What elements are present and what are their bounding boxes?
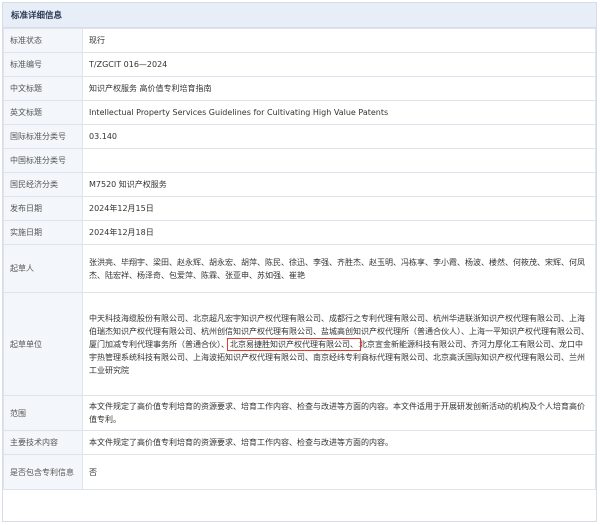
- row-economic-class: 国民经济分类 M7520 知识产权服务: [3, 172, 596, 197]
- label-drafters: 起草人: [3, 244, 83, 293]
- row-main-content: 主要技术内容 本文件规定了高价值专利培育的资源要求、培育工作内容、检查与改进等方…: [3, 430, 596, 455]
- row-scope: 范围 本文件规定了高价值专利培育的资源要求、培育工作内容、检查与改进等方面的内容…: [3, 395, 596, 431]
- label-implement-date: 实施日期: [3, 220, 83, 245]
- value-ics: 03.140: [82, 124, 596, 149]
- value-scope: 本文件规定了高价值专利培育的资源要求、培育工作内容、检查与改进等方面的内容。本文…: [82, 395, 596, 431]
- row-english-title: 英文标题 Intellectual Property Services Guid…: [3, 100, 596, 125]
- row-patent-info: 是否包含专利信息 否: [3, 454, 596, 490]
- label-scope: 范围: [3, 395, 83, 431]
- value-drafters: 张洪亮、毕翔宇、梁田、赵永辉、胡永宏、胡萍、陈民、徐迅、李强、齐胜杰、赵玉明、冯…: [82, 244, 596, 293]
- label-english-title: 英文标题: [3, 100, 83, 125]
- row-drafters: 起草人 张洪亮、毕翔宇、梁田、赵永辉、胡永宏、胡萍、陈民、徐迅、李强、齐胜杰、赵…: [3, 244, 596, 293]
- standard-detail-panel: 标准详细信息 标准状态 现行 标准编号 T/ZGCIT 016—2024 中文标…: [2, 2, 597, 522]
- row-ics: 国际标准分类号 03.140: [3, 124, 596, 149]
- row-publish-date: 发布日期 2024年12月15日: [3, 196, 596, 221]
- label-main-content: 主要技术内容: [3, 430, 83, 455]
- highlighted-unit: 北京易捷胜知识产权代理有限公司、: [227, 337, 361, 351]
- label-chinese-title: 中文标题: [3, 76, 83, 101]
- label-standard-number: 标准编号: [3, 52, 83, 77]
- label-ics: 国际标准分类号: [3, 124, 83, 149]
- value-main-content: 本文件规定了高价值专利培育的资源要求、培育工作内容、检查与改进等方面的内容。: [82, 430, 596, 455]
- value-status: 现行: [82, 28, 596, 53]
- row-chinese-title: 中文标题 知识产权服务 高价值专利培育指南: [3, 76, 596, 101]
- row-standard-number: 标准编号 T/ZGCIT 016—2024: [3, 52, 596, 77]
- row-ccs: 中国标准分类号: [3, 148, 596, 173]
- panel-title: 标准详细信息: [3, 3, 596, 28]
- value-standard-number: T/ZGCIT 016—2024: [82, 52, 596, 77]
- value-implement-date: 2024年12月18日: [82, 220, 596, 245]
- value-ccs: [82, 148, 596, 173]
- value-economic-class: M7520 知识产权服务: [82, 172, 596, 197]
- value-publish-date: 2024年12月15日: [82, 196, 596, 221]
- value-chinese-title: 知识产权服务 高价值专利培育指南: [82, 76, 596, 101]
- label-drafting-units: 起草单位: [3, 292, 83, 396]
- value-drafting-units: 中天科技海缆股份有限公司、北京超凡宏宇知识产权代理有限公司、成都行之专利代理有限…: [82, 292, 596, 396]
- label-ccs: 中国标准分类号: [3, 148, 83, 173]
- label-patent-info: 是否包含专利信息: [3, 454, 83, 490]
- label-economic-class: 国民经济分类: [3, 172, 83, 197]
- label-status: 标准状态: [3, 28, 83, 53]
- row-implement-date: 实施日期 2024年12月18日: [3, 220, 596, 245]
- detail-table: 标准状态 现行 标准编号 T/ZGCIT 016—2024 中文标题 知识产权服…: [3, 28, 596, 490]
- row-status: 标准状态 现行: [3, 28, 596, 53]
- value-patent-info: 否: [82, 454, 596, 490]
- label-publish-date: 发布日期: [3, 196, 83, 221]
- row-drafting-units: 起草单位 中天科技海缆股份有限公司、北京超凡宏宇知识产权代理有限公司、成都行之专…: [3, 292, 596, 396]
- value-english-title: Intellectual Property Services Guideline…: [82, 100, 596, 125]
